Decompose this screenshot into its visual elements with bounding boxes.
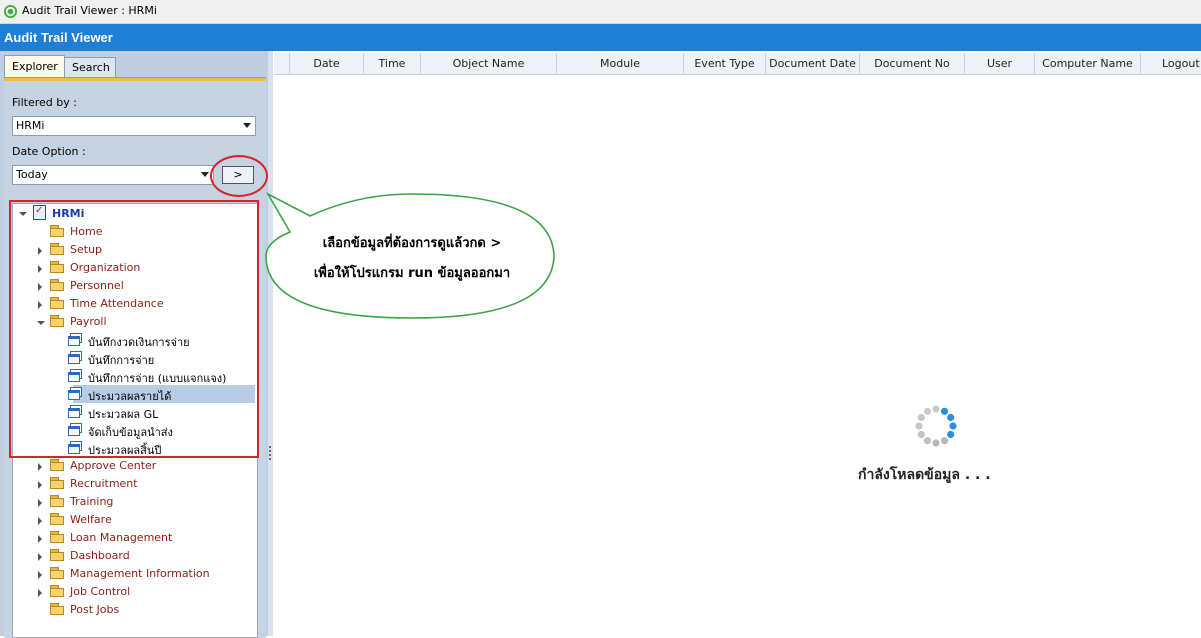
grid-corner — [274, 53, 290, 74]
loading-spinner-icon — [915, 405, 957, 447]
column-header-document-date[interactable]: Document Date — [766, 53, 860, 74]
tree-item-label: Approve Center — [70, 459, 157, 472]
tree-item-job-control[interactable]: Job Control — [38, 583, 238, 601]
expand-icon[interactable] — [38, 589, 42, 597]
panel-splitter[interactable] — [268, 51, 273, 636]
expand-icon[interactable] — [38, 553, 42, 561]
chevron-down-icon — [201, 172, 209, 177]
tree-item-approve-center[interactable]: Approve Center — [38, 457, 238, 475]
annotation-circle — [210, 155, 268, 197]
tree-item-label: Training — [70, 495, 114, 508]
column-header-object-name[interactable]: Object Name — [421, 53, 557, 74]
filtered-by-label: Filtered by : — [12, 96, 77, 109]
column-header-computer-name[interactable]: Computer Name — [1035, 53, 1141, 74]
tab-search[interactable]: Search — [64, 57, 116, 78]
folder-icon — [50, 531, 65, 543]
annotation-callout: เลือกข้อมูลที่ต้องการดูแล้วกด > เพื่อให้… — [262, 192, 562, 322]
filter-select-value: HRMi — [16, 119, 45, 132]
tree-item-label: Post Jobs — [70, 603, 120, 616]
window-title: Audit Trail Viewer : HRMi — [22, 4, 157, 17]
folder-icon — [50, 585, 65, 597]
header-title: Audit Trail Viewer — [4, 30, 113, 45]
tree-item-label: Management Information — [70, 567, 210, 580]
tree-item-loan-management[interactable]: Loan Management — [38, 529, 238, 547]
chevron-down-icon — [243, 123, 251, 128]
tree-item-welfare[interactable]: Welfare — [38, 511, 238, 529]
callout-line-1: เลือกข้อมูลที่ต้องการดูแล้วกด > — [322, 236, 502, 251]
expand-icon[interactable] — [38, 517, 42, 525]
folder-icon — [50, 495, 65, 507]
window-titlebar: Audit Trail Viewer : HRMi — [0, 0, 1201, 24]
app-icon — [3, 4, 18, 19]
expand-icon[interactable] — [38, 571, 42, 579]
tree-item-label: Loan Management — [70, 531, 173, 544]
expand-icon[interactable] — [38, 535, 42, 543]
grip-icon — [269, 446, 271, 460]
date-option-label: Date Option : — [12, 145, 86, 158]
folder-icon — [50, 549, 65, 561]
folder-icon — [50, 603, 65, 615]
column-header-document-no[interactable]: Document No — [860, 53, 965, 74]
tree-item-post-jobs[interactable]: Post Jobs — [38, 601, 238, 619]
tree-item-management-information[interactable]: Management Information — [38, 565, 248, 583]
folder-icon — [50, 513, 65, 525]
tree-item-label: Recruitment — [70, 477, 138, 490]
date-option-value: Today — [16, 168, 48, 181]
column-header-module[interactable]: Module — [557, 53, 684, 74]
loading-text: กำลังโหลดข้อมูล . . . — [858, 467, 991, 483]
tree-item-training[interactable]: Training — [38, 493, 238, 511]
expand-icon[interactable] — [38, 481, 42, 489]
tree-item-label: Dashboard — [70, 549, 130, 562]
date-option-select[interactable]: Today — [12, 165, 214, 185]
grid-body — [274, 75, 1201, 636]
column-header-date[interactable]: Date — [290, 53, 364, 74]
column-header-user[interactable]: User — [965, 53, 1035, 74]
folder-icon — [50, 459, 65, 471]
speech-bubble — [265, 192, 555, 319]
column-header-event-type[interactable]: Event Type — [684, 53, 766, 74]
folder-icon — [50, 567, 65, 579]
callout-line-2: เพื่อให้โปรแกรม run ข้อมูลออกมา — [313, 266, 511, 281]
tree-item-recruitment[interactable]: Recruitment — [38, 475, 238, 493]
filter-select[interactable]: HRMi — [12, 116, 256, 136]
app-header: Audit Trail Viewer — [0, 24, 1201, 51]
explorer-panel: Explorer Search Filtered by : HRMi Date … — [0, 51, 268, 638]
annotation-rectangle — [9, 200, 259, 458]
folder-icon — [50, 477, 65, 489]
tree-item-label: Welfare — [70, 513, 112, 526]
tree-item-dashboard[interactable]: Dashboard — [38, 547, 238, 565]
expand-icon[interactable] — [38, 499, 42, 507]
column-header-logout[interactable]: Logout T — [1141, 53, 1201, 74]
column-header-time[interactable]: Time — [364, 53, 421, 74]
tab-accent-stripe — [4, 78, 266, 81]
expand-icon[interactable] — [38, 463, 42, 471]
grid-header: Date Time Object Name Module Event Type … — [274, 53, 1201, 75]
tree-item-label: Job Control — [70, 585, 131, 598]
